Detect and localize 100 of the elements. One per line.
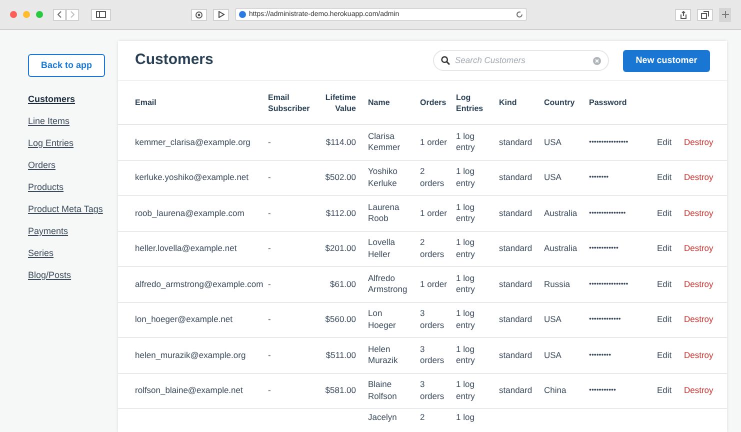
search-icon bbox=[441, 56, 450, 65]
edit-link[interactable]: Edit bbox=[657, 314, 672, 326]
edit-link[interactable]: Edit bbox=[657, 208, 672, 219]
destroy-link[interactable]: Destroy bbox=[684, 136, 714, 148]
name-cell-text: Laurena Roob bbox=[368, 202, 400, 225]
orders-cell: 2 bbox=[420, 412, 425, 424]
edit-link[interactable]: Edit bbox=[657, 172, 672, 184]
edit-link[interactable]: Edit bbox=[657, 136, 672, 148]
destroy-link[interactable]: Destroy bbox=[684, 350, 714, 361]
destroy-link[interactable]: Destroy bbox=[684, 278, 714, 290]
email-cell: helen_murazik@example.org bbox=[135, 350, 246, 361]
destroy-link[interactable]: Destroy bbox=[684, 243, 714, 254]
country-cell: Australia bbox=[544, 243, 578, 254]
column-header[interactable]: Lifetime Value bbox=[318, 92, 356, 114]
subscriber-cell: - bbox=[268, 172, 271, 184]
search-field[interactable]: Search Customers bbox=[433, 50, 609, 71]
name-cell: Jacelyn bbox=[368, 412, 397, 424]
sidebar-nav-link[interactable]: Series bbox=[28, 249, 114, 258]
sidebar-nav-link[interactable]: Blog/Posts bbox=[28, 271, 114, 280]
orders-cell: 1 order bbox=[420, 208, 447, 219]
edit-link[interactable]: Edit bbox=[657, 243, 672, 254]
new-customer-button[interactable]: New customer bbox=[623, 50, 710, 72]
country-cell: USA bbox=[544, 314, 562, 326]
subscriber-cell: - bbox=[268, 208, 271, 219]
value-cell: $560.00 bbox=[325, 314, 356, 326]
sidebar-nav-link[interactable]: Orders bbox=[28, 161, 114, 170]
log-entries-cell-text: 1 log entry bbox=[456, 344, 476, 367]
value-cell: $112.00 bbox=[326, 208, 356, 219]
column-header[interactable]: Country bbox=[544, 97, 575, 108]
name-cell-text: Helen Murazik bbox=[368, 344, 399, 367]
orders-cell-text: 2 orders bbox=[420, 237, 446, 260]
back-to-app-button[interactable]: Back to app bbox=[28, 54, 105, 77]
kind-cell: standard bbox=[499, 350, 532, 361]
subscriber-cell: - bbox=[268, 314, 271, 326]
name-cell-text: Clarisa Kemmer bbox=[368, 130, 402, 154]
edit-link[interactable]: Edit bbox=[657, 278, 672, 290]
country-cell: USA bbox=[544, 350, 562, 361]
edit-link[interactable]: Edit bbox=[657, 350, 672, 361]
email-cell: kerluke.yoshiko@example.net bbox=[135, 172, 249, 184]
name-cell-text: Lon Hoeger bbox=[368, 308, 397, 332]
orders-cell-text: 2 orders bbox=[420, 166, 446, 190]
value-cell: $61.00 bbox=[330, 278, 356, 290]
email-cell: rolfson_blaine@example.net bbox=[135, 385, 243, 396]
orders-cell-text: 3 orders bbox=[420, 308, 446, 332]
kind-cell: standard bbox=[499, 243, 532, 254]
destroy-link[interactable]: Destroy bbox=[684, 385, 714, 396]
name-cell-text: Yoshiko Kerluke bbox=[368, 166, 398, 190]
value-cell: $114.00 bbox=[326, 136, 356, 148]
column-header[interactable]: Name bbox=[368, 97, 390, 108]
column-header[interactable]: Password bbox=[589, 97, 627, 108]
destroy-link[interactable]: Destroy bbox=[684, 208, 714, 219]
log-entries-cell-text: 1 log entry bbox=[456, 308, 476, 332]
sidebar-nav-link[interactable]: Payments bbox=[28, 227, 114, 236]
target-icon bbox=[195, 10, 203, 18]
search-input[interactable]: Search Customers bbox=[455, 54, 588, 67]
back-nav-button[interactable] bbox=[53, 8, 66, 20]
email-cell: roob_laurena@example.com bbox=[135, 208, 244, 219]
country-cell: USA bbox=[544, 172, 562, 184]
log-entries-cell-text: 1 log entry bbox=[456, 379, 476, 402]
sidebar-nav-link[interactable]: Log Entries bbox=[28, 139, 114, 148]
log-entries-cell-text: 1 log entry bbox=[456, 130, 476, 154]
close-window-icon[interactable] bbox=[10, 11, 17, 18]
reload-icon[interactable] bbox=[516, 11, 523, 18]
country-cell: Australia bbox=[544, 208, 578, 219]
country-cell: USA bbox=[544, 136, 562, 148]
edit-link[interactable]: Edit bbox=[657, 385, 672, 396]
orders-cell: 1 order bbox=[420, 278, 447, 290]
kind-cell: standard bbox=[499, 278, 532, 290]
column-header[interactable]: Kind bbox=[499, 97, 517, 108]
new-tab-button[interactable] bbox=[719, 8, 731, 22]
value-cell: $201.00 bbox=[325, 243, 356, 254]
destroy-link[interactable]: Destroy bbox=[684, 172, 714, 184]
log-entries-cell: 1 log bbox=[456, 412, 474, 424]
log-entries-cell-text: 1 log entry bbox=[456, 202, 476, 225]
subscriber-cell: - bbox=[268, 136, 271, 148]
shield-button[interactable] bbox=[191, 8, 207, 20]
country-cell: Russia bbox=[544, 278, 570, 290]
share-button[interactable] bbox=[675, 8, 691, 20]
log-entries-cell-text: 1 log entry bbox=[456, 166, 476, 190]
tabs-icon bbox=[701, 10, 709, 18]
sidebar-nav-link[interactable]: Customers bbox=[28, 95, 114, 104]
tabs-button[interactable] bbox=[697, 8, 713, 20]
sidebar-nav-link[interactable]: Products bbox=[28, 183, 114, 192]
orders-cell: 1 order bbox=[420, 136, 447, 148]
share-icon bbox=[680, 10, 686, 18]
sidebar-nav-link[interactable]: Product Meta Tags bbox=[28, 205, 114, 214]
value-cell: $581.00 bbox=[325, 385, 356, 396]
column-header[interactable]: Orders bbox=[420, 97, 446, 108]
column-header[interactable]: Email bbox=[135, 97, 156, 108]
kind-cell: standard bbox=[499, 208, 532, 219]
log-entries-cell-text: 1 log entry bbox=[456, 272, 476, 296]
destroy-link[interactable]: Destroy bbox=[684, 314, 714, 326]
play-button[interactable] bbox=[213, 8, 229, 20]
country-cell: China bbox=[544, 385, 566, 396]
log-entries-cell-text: 1 log entry bbox=[456, 237, 476, 260]
column-header[interactable]: Log Entries bbox=[456, 92, 499, 114]
email-cell: kemmer_clarisa@example.org bbox=[135, 136, 250, 148]
sidebar-toggle-button[interactable] bbox=[91, 8, 111, 20]
column-header[interactable]: Email Subscriber bbox=[268, 92, 318, 114]
sidebar-nav-link[interactable]: Line Items bbox=[28, 117, 114, 126]
